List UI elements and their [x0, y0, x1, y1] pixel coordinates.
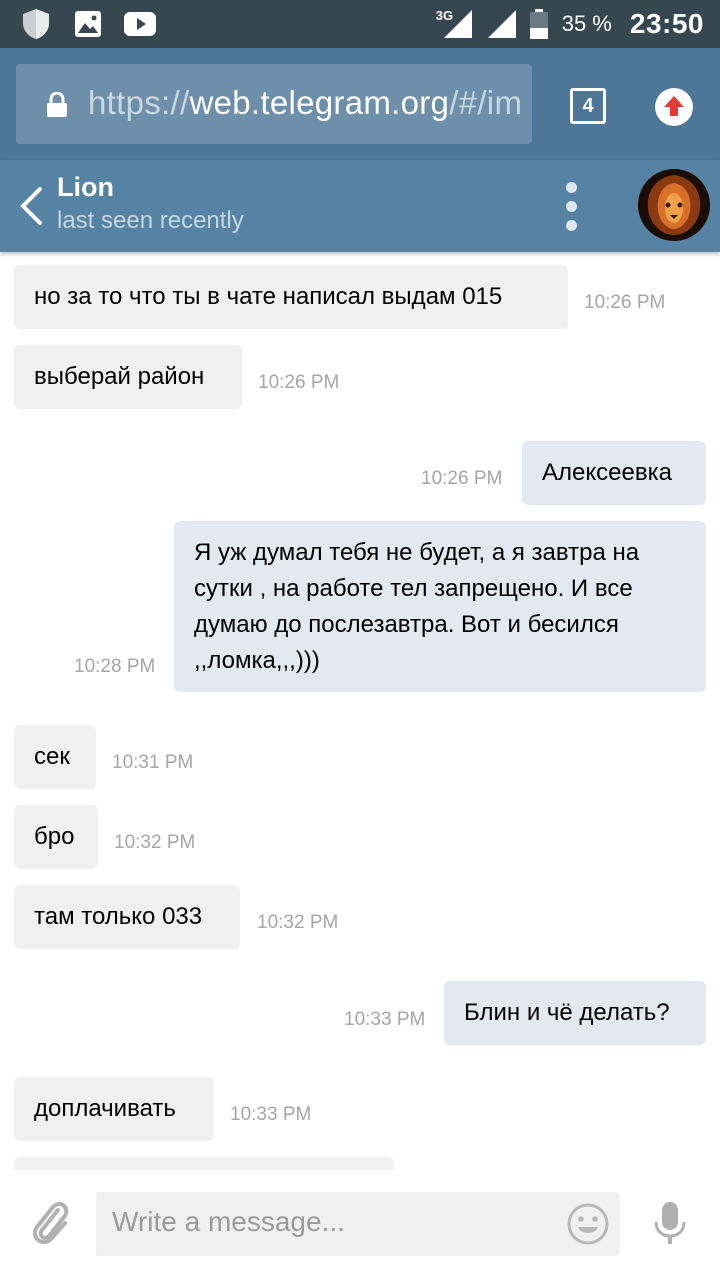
back-button[interactable] [16, 186, 46, 231]
more-options-button[interactable] [560, 182, 584, 232]
message-time: 10:28 PM [74, 656, 156, 677]
message-bubble[interactable]: выберай район [14, 345, 242, 409]
browser-toolbar: https://web.telegram.org/#/im 4 [0, 48, 720, 160]
avatar[interactable] [638, 169, 710, 241]
message-time: 10:32 PM [257, 912, 339, 933]
notification-icons [20, 8, 156, 40]
tab-switcher-button[interactable]: 4 [570, 88, 606, 124]
message-bubble[interactable]: но за то что ты в чате написал выдам 015 [14, 265, 568, 329]
lock-icon [46, 91, 68, 123]
message-bubble[interactable]: Алексеевка [522, 441, 706, 505]
shield-icon [20, 8, 52, 40]
message-time: 10:33 PM [230, 1104, 312, 1125]
microphone-icon [654, 1202, 686, 1244]
emoji-button[interactable] [566, 1202, 610, 1251]
status-clock: 23:50 [629, 8, 704, 39]
message-time: 10:33 PM [344, 1009, 426, 1030]
message-bubble[interactable]: Блин и чё делать? [444, 981, 706, 1045]
url-text: https://web.telegram.org/#/im [88, 84, 522, 122]
message-bubble-partial[interactable] [14, 1157, 394, 1170]
url-scheme: https:// [88, 84, 190, 121]
smiley-icon [567, 1203, 609, 1245]
message-composer: Write a message... [0, 1170, 720, 1280]
system-indicators: 3G 35 % 23:50 [435, 0, 704, 48]
status-bar: 3G 35 % 23:50 [0, 0, 720, 48]
message-list[interactable]: но за то что ты в чате написал выдам 015… [0, 252, 720, 1170]
attach-button[interactable] [28, 1196, 72, 1253]
lion-avatar-icon [638, 169, 710, 241]
url-bar[interactable]: https://web.telegram.org/#/im [16, 64, 532, 144]
message-input-placeholder: Write a message... [112, 1206, 345, 1237]
message-time: 10:26 PM [258, 372, 340, 393]
paperclip-icon [32, 1202, 69, 1245]
message-time: 10:31 PM [112, 752, 194, 773]
peer-name[interactable]: Lion [57, 172, 114, 203]
message-bubble[interactable]: Я уж думал тебя не будет, а я завтра на … [174, 521, 706, 692]
message-time: 10:26 PM [421, 468, 503, 489]
message-time: 10:32 PM [114, 832, 196, 853]
peer-status: last seen recently [57, 207, 244, 234]
update-arrow-icon [664, 96, 684, 116]
update-button[interactable] [655, 88, 693, 126]
voice-record-button[interactable] [652, 1200, 688, 1253]
message-time: 10:26 PM [584, 292, 666, 313]
message-bubble[interactable]: там только 033 [14, 885, 240, 949]
message-bubble[interactable]: доплачивать [14, 1077, 214, 1141]
image-icon [72, 8, 104, 40]
message-input[interactable]: Write a message... [96, 1192, 620, 1256]
chevron-left-icon [20, 187, 42, 225]
telegram-web-screen: 3G 35 % 23:50 https://web.telegram.org/#… [0, 0, 720, 1280]
url-path: /#/im [449, 84, 523, 121]
message-bubble[interactable]: сек [14, 725, 96, 789]
battery-icon [529, 9, 548, 39]
battery-percent: 35 % [561, 11, 612, 36]
youtube-icon [124, 8, 156, 40]
message-bubble[interactable]: бро [14, 805, 98, 869]
chat-header: Lion last seen recently [0, 160, 720, 252]
signal-icon: 3G [435, 8, 472, 38]
signal-icon-2 [486, 10, 516, 38]
network-type: 3G [435, 8, 454, 23]
url-host: web.telegram.org [189, 84, 450, 121]
